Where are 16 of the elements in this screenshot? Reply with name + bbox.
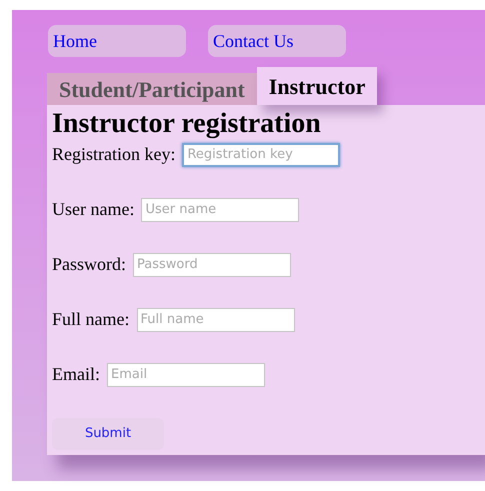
field-label: Full name: <box>52 308 130 331</box>
field-label: Password: <box>52 253 126 276</box>
input-field[interactable]: Full name <box>136 308 294 332</box>
input-field[interactable]: Email <box>107 362 265 386</box>
input-field[interactable]: Registration key <box>182 142 340 166</box>
nav-link[interactable]: Home <box>48 25 186 57</box>
field-label: Email: <box>52 363 100 386</box>
tab[interactable]: Student/Participant <box>47 73 257 105</box>
input-field[interactable]: Password <box>133 252 292 276</box>
page-heading: Instructor registration <box>52 109 322 139</box>
field-label: Registration key: <box>52 143 176 166</box>
field-label: User name: <box>52 198 134 221</box>
input-field[interactable]: User name <box>141 198 300 222</box>
nav-link[interactable]: Contact Us <box>208 25 346 57</box>
submit-button[interactable]: Submit <box>52 418 164 450</box>
tab[interactable]: Instructor <box>256 67 378 105</box>
